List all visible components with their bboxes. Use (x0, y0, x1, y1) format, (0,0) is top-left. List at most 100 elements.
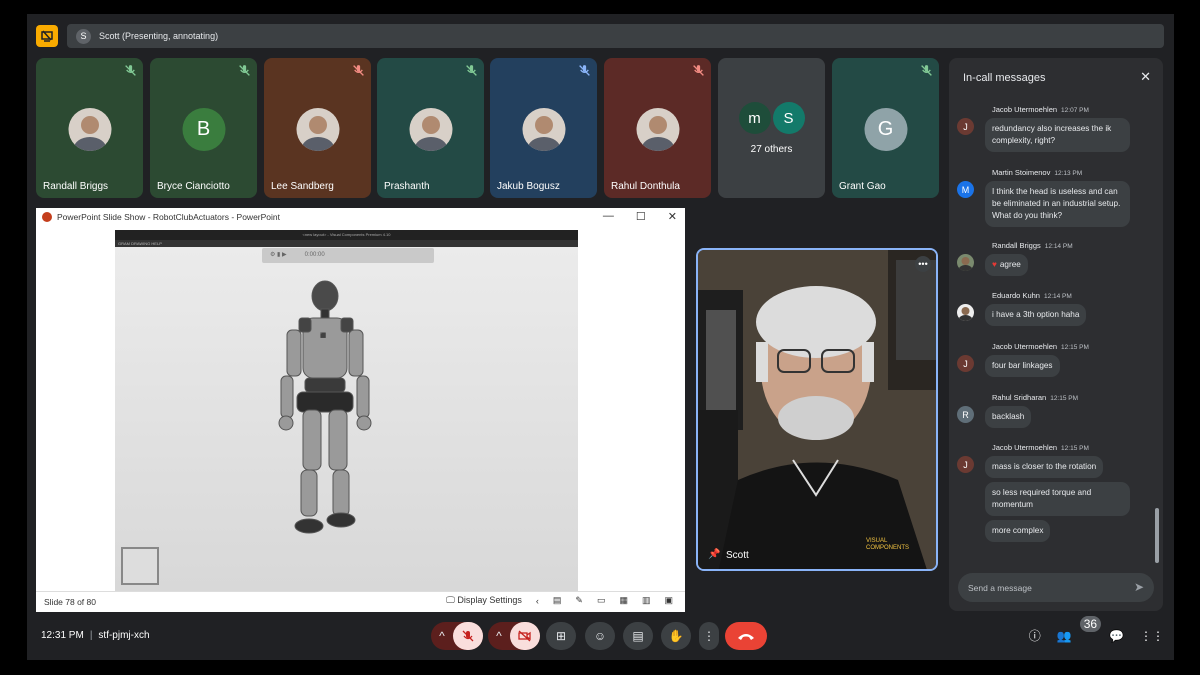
message-text: four bar linkages (992, 361, 1053, 370)
meeting-details-icon[interactable]: ⓘ (1029, 627, 1041, 644)
display-settings-button[interactable]: 🖵 Display Settings (446, 595, 522, 606)
message-header: Jacob Utermoehlen 12:15 PM (992, 342, 1089, 351)
avatar: R (957, 406, 974, 423)
camera-control[interactable]: ^ (488, 622, 540, 650)
message-header: Martin Stoimenov 12:13 PM (992, 168, 1130, 177)
present-screen-icon[interactable]: ⊞ (546, 622, 576, 650)
sender-name: Jacob Utermoehlen (992, 443, 1058, 452)
message-input[interactable]: Send a message ➤ (958, 573, 1154, 602)
presenting-banner: S Scott (Presenting, annotating) (67, 24, 1164, 48)
maximize-button[interactable]: ☐ (636, 210, 646, 223)
participant-tile[interactable]: Randall Briggs (36, 58, 143, 198)
shirt-logo-text: VISUAL COMPONENTS (866, 538, 910, 551)
message-time: 12:15 PM (1061, 344, 1089, 351)
subtitle-icon[interactable]: ▭ (597, 595, 606, 606)
message-text: more complex (992, 526, 1044, 535)
ppt-titlebar: PowerPoint Slide Show - RobotClubActuato… (36, 208, 685, 226)
chat-icon[interactable]: 💬 (1109, 629, 1124, 643)
chat-message: Eduardo Kuhn 12:14 PM i have a 3th option … (957, 291, 1087, 326)
participant-tile[interactable]: Prashanth (377, 58, 484, 198)
camera-options-chevron-icon[interactable]: ^ (489, 622, 510, 650)
participant-name: Lee Sandberg (271, 181, 334, 192)
muted-mic-icon (466, 65, 477, 76)
end-call-icon (738, 634, 754, 640)
participant-name: Randall Briggs (43, 181, 109, 192)
send-icon[interactable]: ➤ (1134, 580, 1144, 594)
sender-name: Jacob Utermoehlen (992, 342, 1058, 351)
chat-scrollbar[interactable] (1155, 508, 1159, 563)
muted-mic-icon (239, 65, 250, 76)
camera-off-icon[interactable] (509, 622, 540, 650)
powerpoint-icon (42, 212, 52, 222)
notes-icon[interactable]: ▤ (553, 595, 562, 606)
message-text: backlash (992, 412, 1025, 421)
presentation-icon[interactable] (36, 25, 58, 47)
avatar: M (957, 181, 974, 198)
message-bubble: so less required torque and momentum (985, 482, 1130, 516)
meeting-info: 12:31 PM | stf-pjmj-xch (41, 630, 150, 641)
humanoid-robot-illustration: ⬛ (278, 280, 372, 534)
shared-screen-powerpoint[interactable]: PowerPoint Slide Show - RobotClubActuato… (36, 208, 685, 612)
message-time: 12:15 PM (1061, 445, 1089, 452)
minimize-button[interactable]: — (603, 210, 614, 223)
message-header: Jacob Utermoehlen 12:15 PM (992, 443, 1130, 452)
raise-hand-icon[interactable]: ✋ (661, 622, 691, 650)
participant-tile[interactable]: B Bryce Cianciotto (150, 58, 257, 198)
emoji-reaction-icon[interactable]: ☺ (585, 622, 615, 650)
avatar (296, 108, 339, 151)
mic-off-icon[interactable] (452, 622, 483, 650)
muted-mic-icon (693, 65, 704, 76)
mic-options-chevron-icon[interactable]: ^ (432, 622, 453, 650)
captions-icon[interactable]: ▤ (623, 622, 653, 650)
participant-tile[interactable]: Jakub Bogusz (490, 58, 597, 198)
activities-icon[interactable]: ⋮⋮ (1140, 629, 1164, 643)
chat-message: M Martin Stoimenov 12:13 PM I think the hea… (957, 168, 1130, 227)
avatar (636, 108, 679, 151)
presenter-avatar: S (76, 28, 91, 44)
view-navigation-cube[interactable] (121, 547, 159, 585)
avatar: B (182, 108, 225, 151)
participant-tile[interactable]: Lee Sandberg (264, 58, 371, 198)
people-count-badge: 36 (1079, 615, 1102, 632)
chat-message: J Jacob Utermoehlen 12:07 PM redundancy als… (957, 105, 1130, 152)
message-bubble: i have a 3th option haha (985, 304, 1087, 326)
pin-icon[interactable]: 📌 (708, 549, 720, 560)
participant-name: Rahul Donthula (611, 181, 680, 192)
meet-window: S Scott (Presenting, annotating) Randall… (27, 14, 1174, 660)
message-time: 12:14 PM (1044, 243, 1073, 250)
close-button[interactable]: ✕ (668, 210, 677, 223)
svg-text:⬛: ⬛ (320, 332, 326, 339)
message-time: 12:14 PM (1043, 293, 1072, 300)
side-controls: ⓘ 👥36 💬 ⋮⋮ (1029, 615, 1164, 644)
message-text: i have a 3th option haha (992, 310, 1080, 319)
microphone-control[interactable]: ^ (431, 622, 483, 650)
participant-tile[interactable]: Rahul Donthula (604, 58, 711, 198)
slide-counter: Slide 78 of 80 (44, 597, 96, 607)
message-bubble: I think the head is useless and can be e… (985, 181, 1130, 227)
message-bubble: redundancy also increases the ik complex… (985, 118, 1130, 152)
sender-name: Jacob Utermoehlen (992, 105, 1058, 114)
previous-slide-icon[interactable]: ‹ (536, 596, 539, 606)
participant-tile[interactable]: m S 27 others (718, 58, 825, 198)
presenter-video-tile[interactable]: ••• 📌 Scott VISUAL COMPONENTS (696, 248, 938, 571)
participant-name: Bryce Cianciotto (157, 181, 230, 192)
people-icon[interactable]: 👥36 (1057, 615, 1102, 643)
avatar (957, 304, 974, 321)
tile-more-options-button[interactable]: ••• (915, 256, 931, 272)
message-text: agree (999, 260, 1021, 269)
sender-name: Rahul Sridharan (992, 393, 1047, 402)
participant-tile[interactable]: G Grant Gao (832, 58, 939, 198)
message-bubble: backlash (985, 406, 1032, 428)
avatar: J (957, 355, 974, 372)
leave-call-button[interactable] (725, 622, 767, 650)
avatar (409, 108, 452, 151)
close-chat-button[interactable]: ✕ (1140, 69, 1151, 85)
more-options-icon[interactable]: ⋮ (699, 622, 719, 650)
presenter-view-icon[interactable]: ▣ (664, 595, 673, 606)
avatar: G (864, 108, 907, 151)
muted-mic-icon (579, 65, 590, 76)
grid-view-icon[interactable]: ▦ (619, 595, 628, 606)
reading-view-icon[interactable]: ▥ (642, 595, 651, 606)
pen-tool-icon[interactable]: ✎ (575, 595, 583, 606)
muted-mic-icon (921, 65, 932, 76)
